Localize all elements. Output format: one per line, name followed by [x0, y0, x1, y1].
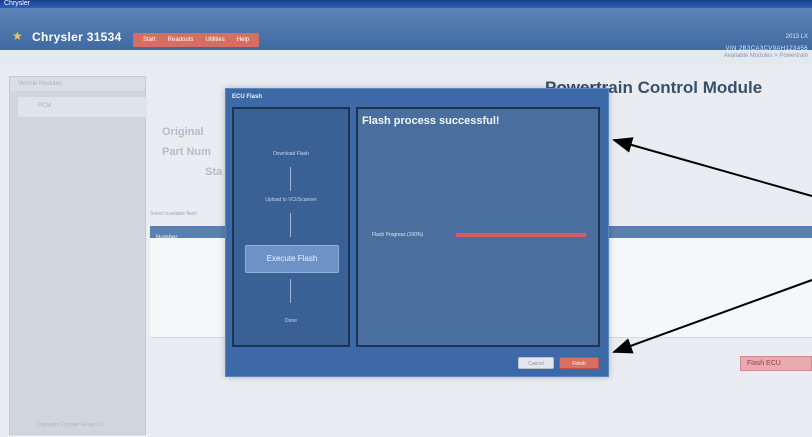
field-label-part-number: Part Num	[162, 146, 211, 158]
section-caption: Select available flash	[150, 211, 197, 217]
dialog-title: ECU Flash	[232, 94, 263, 100]
status-message: Flash process successful!	[362, 115, 500, 127]
vehicle-model: 2013 LX	[785, 34, 808, 40]
progress-bar-fill	[456, 233, 586, 237]
menu-item-help[interactable]: Help	[231, 33, 255, 47]
finish-button[interactable]: Finish	[559, 357, 599, 369]
sidebar-heading: Vehicle Modules	[10, 77, 145, 91]
step-connector	[290, 213, 291, 237]
app-header: ★ Chrysler 31534 Start Readouts Utilitie…	[0, 8, 812, 52]
flash-ecu-button[interactable]: Flash ECU	[740, 356, 812, 371]
cancel-button[interactable]: Cancel	[518, 357, 554, 369]
step-connector	[290, 279, 291, 303]
status-panel: Flash process successful! Flash Progress…	[356, 107, 600, 347]
title-bar: Chrysler	[0, 0, 812, 8]
breadcrumb-bar: Available Modules > Powertrain	[0, 50, 812, 64]
star-icon: ★	[12, 29, 23, 43]
breadcrumb[interactable]: Available Modules > Powertrain	[724, 53, 808, 59]
progress-bar	[456, 233, 586, 237]
flash-dialog: ECU Flash Download Flash Upload to VCI/S…	[225, 88, 609, 377]
main-menu: Start Readouts Utilities Help	[133, 33, 260, 47]
menu-item-readouts[interactable]: Readouts	[162, 33, 200, 47]
arrow-to-status	[612, 137, 812, 197]
menu-item-utilities[interactable]: Utilities	[199, 33, 230, 47]
step-connector	[290, 167, 291, 191]
step-list: Download Flash Upload to VCI/Scanner Exe…	[232, 107, 350, 347]
brand-name: Chrysler 31534	[32, 30, 122, 44]
progress-label: Flash Progress (100%)	[372, 232, 424, 238]
step-execute-active: Execute Flash	[245, 245, 339, 273]
field-label-status: Sta	[205, 166, 223, 178]
step-download: Download Flash	[273, 151, 309, 157]
step-upload: Upload to VCI/Scanner	[265, 197, 317, 203]
step-done: Done	[285, 318, 297, 324]
sidebar: Vehicle Modules PCM Copyright Chrysler G…	[9, 76, 147, 435]
sidebar-footer: Copyright Chrysler Group LLC	[38, 422, 106, 428]
menu-item-start[interactable]: Start	[137, 33, 162, 47]
window-title: Chrysler	[4, 0, 31, 7]
field-label-original: Original	[162, 126, 204, 138]
app-window: Chrysler ★ Chrysler 31534 Start Readouts…	[0, 0, 812, 437]
sidebar-item-pcm[interactable]: PCM	[18, 97, 147, 117]
